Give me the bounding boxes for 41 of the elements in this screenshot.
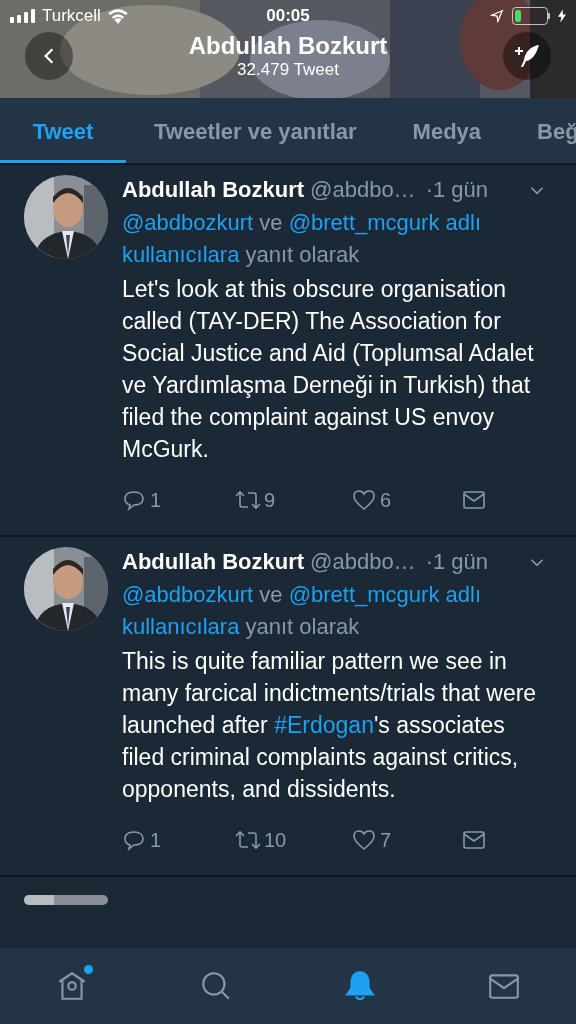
- like-count: 7: [380, 828, 392, 853]
- tweet-time: ·1 gün: [425, 548, 488, 576]
- clock-time: 00:05: [265, 5, 311, 28]
- author-name: Abdullah Bozkurt: [122, 548, 305, 576]
- back-button[interactable]: [25, 32, 73, 80]
- bell-icon[interactable]: [343, 969, 377, 1003]
- envelope-icon[interactable]: [462, 488, 486, 512]
- retweet-count: 9: [264, 488, 276, 513]
- profile-tab[interactable]: Tweetler ve yanıtlar: [126, 98, 385, 163]
- like-count: 6: [380, 488, 392, 513]
- envelope-icon[interactable]: [462, 828, 486, 852]
- author-handle: @abdbo…: [310, 548, 416, 576]
- profile-title: Abdullah Bozkurt: [188, 32, 388, 60]
- reply-context: @abdbozkurt ve @brett_mcgurk adlı kullanıcılara yanıt olarak: [122, 209, 482, 269]
- location-arrow-icon: [490, 9, 504, 23]
- author-handle: @abdbo…: [310, 176, 416, 204]
- tweet-text: Let's look at this obscure organisation called (TAY-DER) The Association for Social Justice and Aid (Toplumsal Adalet ve Yardımlaşma Derneği in Turkish) that filed the complaint against US envoy McGurk.: [122, 275, 535, 464]
- reply-context: @abdbozkurt ve @brett_mcgurk adlı kullanıcılara yanıt olarak: [122, 581, 482, 641]
- compose-button[interactable]: [503, 32, 551, 80]
- wifi-icon: [106, 8, 129, 24]
- retweet-count: 10: [264, 828, 287, 853]
- author-name: Abdullah Bozkurt: [122, 176, 305, 204]
- heart-icon[interactable]: [352, 488, 376, 512]
- quill-plus-icon: [513, 42, 541, 70]
- profile-tab[interactable]: Tweet: [0, 98, 126, 163]
- retweet-icon[interactable]: [234, 828, 262, 852]
- signal-icon: [10, 9, 36, 23]
- tweet-text: This is quite familiar pattern we see in many farcical indictments/trials that were launched after #Erdogan's associates filed criminal complaints against critics, opponents, and dissidents.: [122, 647, 538, 804]
- carrier-name: Turkcell: [42, 5, 101, 28]
- tweet-count: 32.479 Tweet: [237, 60, 339, 80]
- reply-count: 1: [150, 828, 162, 853]
- reply-count: 1: [150, 488, 162, 513]
- reply-icon[interactable]: [122, 488, 146, 512]
- tweet-time: ·1 gün: [425, 176, 488, 204]
- charging-bolt-icon: [558, 9, 566, 23]
- profile-tab[interactable]: Medya: [384, 98, 510, 163]
- retweet-icon[interactable]: [234, 488, 262, 512]
- heart-icon[interactable]: [352, 828, 376, 852]
- reply-icon[interactable]: [122, 828, 146, 852]
- battery-icon: [512, 7, 550, 25]
- hashtag-link[interactable]: #Erdogan: [274, 712, 374, 738]
